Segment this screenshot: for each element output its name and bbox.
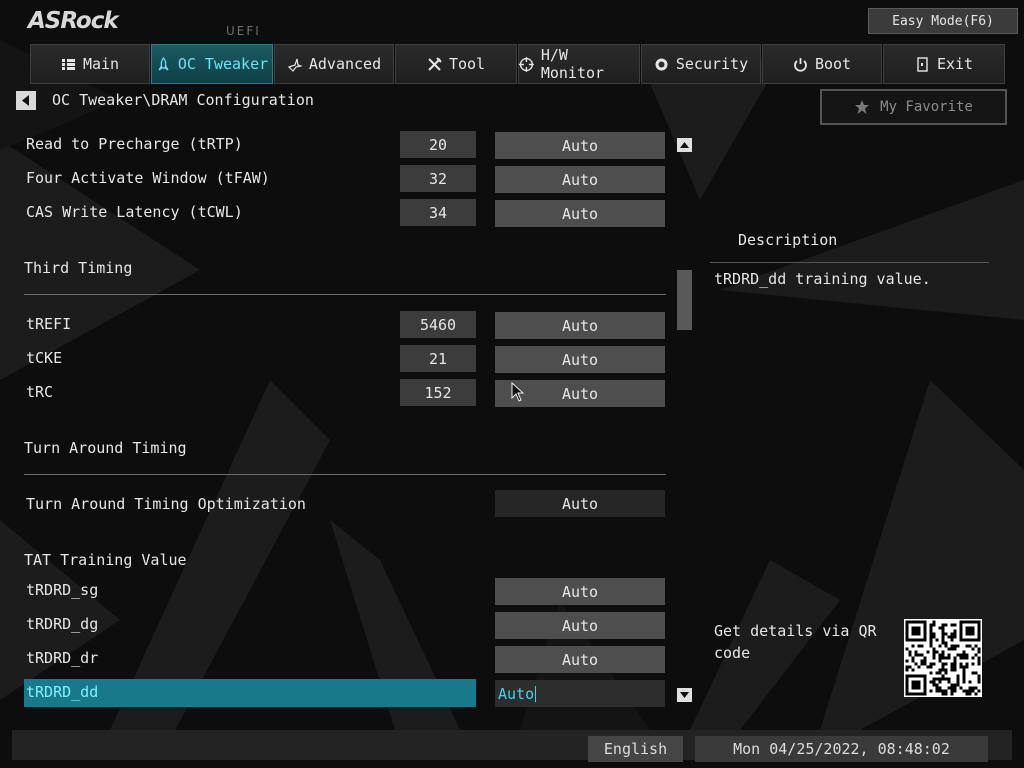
setting-label-trdrd-dd: tRDRD_dd xyxy=(26,683,99,701)
setting-label-trdrd-sg: tRDRD_sg xyxy=(26,581,99,599)
option-trefi[interactable]: Auto xyxy=(495,312,665,339)
language-button[interactable]: English xyxy=(588,736,683,762)
input-value: Auto xyxy=(498,684,535,703)
tab-security[interactable]: Security xyxy=(641,44,761,84)
back-button[interactable] xyxy=(16,91,36,110)
option-tcke[interactable]: Auto xyxy=(495,346,665,373)
tab-label: H/W Monitor xyxy=(540,46,605,82)
tab-label: Exit xyxy=(936,55,974,73)
setting-label-tat-optimization: Turn Around Timing Optimization xyxy=(26,495,306,513)
tab-main[interactable]: Main xyxy=(30,44,150,84)
value-tcke: 21 xyxy=(400,345,476,372)
option-trdrd-dd-input[interactable]: Auto xyxy=(495,680,665,707)
setting-label-tcwl: CAS Write Latency (tCWL) xyxy=(26,203,243,221)
value-trc: 152 xyxy=(400,379,476,406)
setting-label-trtp: Read to Precharge (tRTP) xyxy=(26,135,243,153)
section-third-timing: Third Timing xyxy=(24,259,133,277)
arrow-down-icon xyxy=(680,692,689,698)
divider xyxy=(24,294,666,295)
tab-label: Advanced xyxy=(308,55,382,73)
qr-code-pattern xyxy=(905,620,981,696)
exit-icon xyxy=(917,56,928,72)
star-icon xyxy=(855,100,870,114)
section-tat-training-value: TAT Training Value xyxy=(24,551,187,569)
tab-tool[interactable]: Tool xyxy=(395,44,517,84)
rocket-icon xyxy=(158,56,169,71)
tab-label: OC Tweaker xyxy=(177,55,269,73)
favorite-label: My Favorite xyxy=(880,99,973,115)
section-turn-around-timing: Turn Around Timing xyxy=(24,439,187,457)
scroll-up-button[interactable] xyxy=(677,138,692,152)
tab-label: Boot xyxy=(814,55,852,73)
divider xyxy=(24,474,666,475)
option-tcwl[interactable]: Auto xyxy=(495,200,665,227)
star-icon xyxy=(287,58,302,72)
target-icon xyxy=(519,56,534,72)
qr-code xyxy=(904,619,982,697)
option-tat-optimization[interactable]: Auto xyxy=(495,490,665,517)
description-text: tRDRD_dd training value. xyxy=(714,270,931,288)
mouse-cursor-icon xyxy=(511,382,525,402)
asrock-logo: ASRock xyxy=(28,8,119,34)
datetime-display: Mon 04/25/2022, 08:48:02 xyxy=(695,736,988,762)
setting-label-trdrd-dr: tRDRD_dr xyxy=(26,649,99,667)
option-tfaw[interactable]: Auto xyxy=(495,166,665,193)
setting-label-trdrd-dg: tRDRD_dg xyxy=(26,615,99,633)
tab-oc-tweaker[interactable]: OC Tweaker xyxy=(151,44,273,84)
setting-label-trc: tRC xyxy=(26,383,54,401)
tab-advanced[interactable]: Advanced xyxy=(274,44,394,84)
setting-label-tfaw: Four Activate Window (tFAW) xyxy=(26,169,270,187)
arrow-left-icon xyxy=(22,95,29,106)
text-cursor xyxy=(535,685,537,702)
value-trtp: 20 xyxy=(400,131,476,158)
option-trdrd-sg[interactable]: Auto xyxy=(495,578,665,605)
qr-caption: Get details via QR code xyxy=(714,622,877,662)
easy-mode-button[interactable]: Easy Mode(F6) xyxy=(868,8,1018,34)
setting-label-trefi: tREFI xyxy=(26,315,72,333)
tab-hw-monitor[interactable]: H/W Monitor xyxy=(518,44,640,84)
value-tfaw: 32 xyxy=(400,165,476,192)
tools-icon xyxy=(428,56,442,71)
tab-label: Tool xyxy=(448,55,486,73)
value-trefi: 5460 xyxy=(400,311,476,338)
tab-label: Main xyxy=(82,55,120,73)
value-tcwl: 34 xyxy=(400,199,476,226)
description-title: Description xyxy=(738,231,838,249)
breadcrumb: OC Tweaker\DRAM Configuration xyxy=(52,91,314,109)
option-trtp[interactable]: Auto xyxy=(495,132,665,159)
scroll-down-button[interactable] xyxy=(677,688,692,702)
tab-label: Security xyxy=(675,55,749,73)
tab-exit[interactable]: Exit xyxy=(883,44,1005,84)
tab-boot[interactable]: Boot xyxy=(762,44,882,84)
scrollbar-thumb[interactable] xyxy=(677,270,692,330)
my-favorite-button[interactable]: My Favorite xyxy=(820,89,1007,125)
list-icon xyxy=(61,58,75,70)
option-trdrd-dr[interactable]: Auto xyxy=(495,646,665,673)
arrow-up-icon xyxy=(680,142,689,148)
option-trdrd-dg[interactable]: Auto xyxy=(495,612,665,639)
description-divider xyxy=(710,262,989,263)
setting-label-tcke: tCKE xyxy=(26,349,63,367)
uefi-label: UEFI xyxy=(226,24,261,38)
power-icon xyxy=(794,57,807,72)
shield-icon xyxy=(655,58,668,70)
